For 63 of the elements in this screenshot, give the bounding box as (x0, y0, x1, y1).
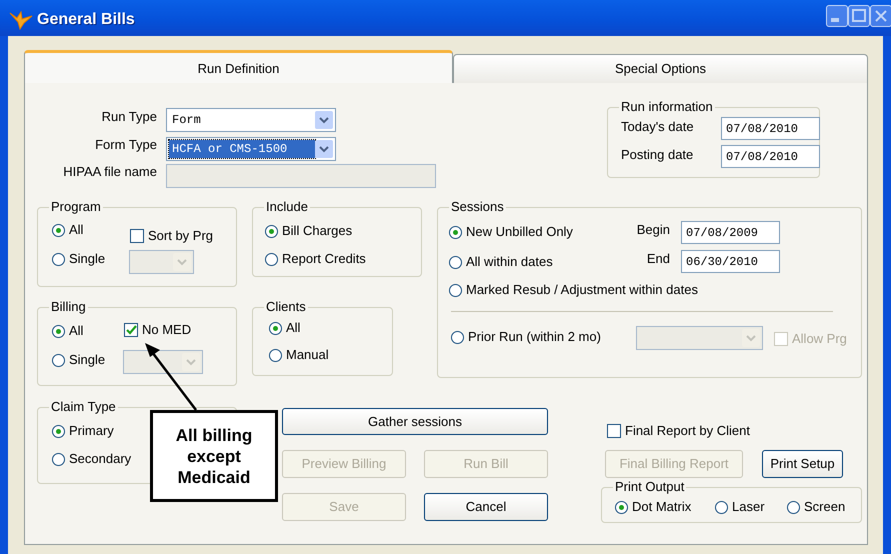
callout-note: All billing except Medicaid (150, 410, 278, 502)
caret-icon (315, 111, 333, 129)
window-title: General Bills (37, 10, 135, 30)
checkbox-option[interactable]: No MED (124, 321, 192, 339)
radio-option[interactable]: Marked Resub / Adjustment within dates (449, 281, 698, 299)
caret-icon (742, 329, 760, 347)
group-title: Clients (264, 300, 308, 314)
close-icon (873, 8, 889, 24)
field-label: End (646, 251, 670, 267)
radio-option[interactable]: Bill Charges (265, 222, 352, 240)
group-title: Sessions (449, 200, 506, 214)
input-field[interactable]: 06/30/2010 (681, 250, 780, 273)
radio-option[interactable]: Dot Matrix (615, 498, 692, 516)
dropdown[interactable]: HCFA or CMS-1500 (166, 137, 336, 161)
radio-option[interactable]: Report Credits (265, 250, 366, 268)
group-title: Billing (49, 300, 88, 314)
input-field[interactable]: 07/08/2010 (721, 145, 820, 168)
selected-value: Form (171, 112, 202, 129)
radio-option[interactable]: Manual (269, 346, 329, 364)
field-label: Posting date (621, 147, 694, 163)
field-label: Begin (636, 222, 670, 238)
callout-arrow (145, 343, 197, 411)
tab[interactable]: Special Options (453, 54, 868, 83)
tab[interactable]: Run Definition (24, 50, 453, 83)
radio-option[interactable]: Laser (715, 498, 765, 516)
group-title: Program (49, 200, 103, 214)
radio-option[interactable]: Primary (52, 422, 114, 440)
radio-option[interactable]: All (52, 322, 84, 340)
button[interactable]: Cancel (424, 493, 548, 521)
group-title: Include (264, 200, 310, 214)
minimize-icon (830, 18, 838, 22)
caret-icon (315, 140, 333, 158)
dropdown[interactable]: Form (166, 108, 336, 132)
group-title: Print Output (613, 480, 686, 494)
field-label: Run Type (102, 109, 157, 125)
checkbox-option[interactable]: Final Report by Client (607, 422, 750, 440)
field-label: HIPAA file name (63, 164, 157, 180)
radio-option[interactable]: All within dates (449, 253, 553, 271)
caret-icon (182, 353, 200, 371)
bird-icon (8, 9, 34, 29)
radio-option[interactable]: Prior Run (within 2 mo) (451, 328, 601, 346)
radio-option[interactable]: All (52, 221, 84, 239)
field-label: Today's date (621, 119, 694, 135)
input-field[interactable]: 07/08/2010 (721, 117, 820, 140)
group-title: Claim Type (49, 400, 118, 414)
close-button[interactable] (870, 5, 891, 27)
field-label: Form Type (95, 137, 157, 153)
maximize-button[interactable] (848, 5, 870, 27)
radio-option[interactable]: New Unbilled Only (449, 223, 573, 241)
group-title: Run information (619, 100, 715, 114)
radio-option[interactable]: Screen (787, 498, 846, 516)
caret-icon (173, 253, 191, 271)
minimize-button[interactable] (826, 5, 848, 27)
radio-option[interactable]: All (269, 319, 300, 337)
radio-option[interactable]: Secondary (52, 450, 132, 468)
selected-value: HCFA or CMS-1500 (169, 140, 315, 158)
checkbox-option[interactable]: Sort by Prg (130, 227, 214, 245)
radio-option[interactable]: Single (52, 250, 106, 268)
radio-option[interactable]: Single (52, 351, 106, 369)
button[interactable]: Print Setup (762, 450, 843, 478)
maximize-icon (851, 8, 867, 24)
input-field[interactable]: 07/08/2009 (681, 221, 780, 244)
button[interactable]: Gather sessions (282, 408, 548, 435)
